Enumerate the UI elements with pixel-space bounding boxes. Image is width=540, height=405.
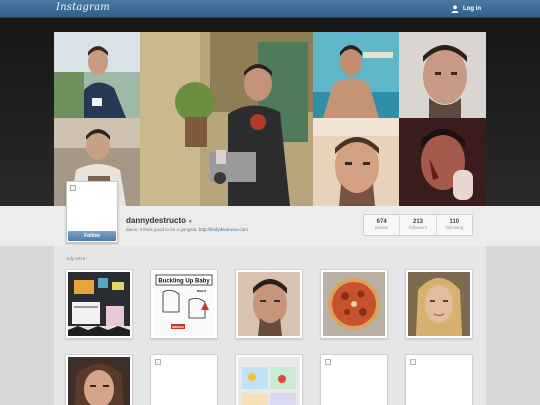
photo-thumbnail-buckling-up-baby[interactable]: Buckling Up Baby RIGHT WRONG — [150, 269, 218, 339]
photo-thumbnail-broken-1[interactable] — [150, 354, 218, 405]
broken-image-icon — [325, 359, 331, 365]
instagram-logo[interactable]: Instagram — [56, 2, 110, 13]
avatar — [69, 184, 115, 230]
stat-photos[interactable]: 674 photos — [364, 215, 401, 235]
broken-image-icon — [155, 359, 161, 365]
top-navigation-bar: Instagram Log in — [0, 0, 540, 18]
cover-photo-6[interactable] — [313, 118, 399, 206]
photo-thumbnail-blonde-woman[interactable] — [405, 269, 473, 339]
cover-photo-4[interactable] — [399, 32, 486, 118]
cover-photo-2[interactable] — [140, 32, 313, 206]
stat-followers[interactable]: 213 followers — [400, 215, 437, 235]
cover-photo-mosaic — [54, 32, 486, 206]
profile-bio: damn, it feels good to be a gangsta. htt… — [126, 227, 248, 232]
chevron-down-icon[interactable]: ▾ — [189, 219, 192, 225]
sign-right: RIGHT — [197, 289, 207, 293]
photo-thumbnail-brunette-woman[interactable] — [65, 354, 133, 405]
follow-button[interactable]: Follow — [68, 231, 116, 241]
stat-following[interactable]: 110 following — [437, 215, 472, 235]
broken-image-icon — [70, 185, 76, 191]
cover-photo-7[interactable] — [399, 118, 486, 206]
photo-thumbnail-pizza[interactable] — [320, 269, 388, 339]
bio-text: damn, it feels good to be a gangsta. — [126, 227, 198, 232]
cover-photo-3[interactable] — [313, 32, 399, 118]
login-label: Log in — [463, 6, 481, 12]
cover-photo-1[interactable] — [54, 32, 140, 118]
bio-link[interactable]: http://findydestructo.com — [199, 227, 248, 232]
login-button[interactable]: Log in — [451, 3, 481, 15]
profile-stats: 674 photos 213 followers 110 following — [363, 214, 473, 236]
stat-label: photos — [374, 225, 389, 230]
username-text: dannydestructo — [126, 216, 187, 225]
month-label: July 2015 — [66, 256, 86, 261]
photo-thumbnail-toy-bins[interactable] — [235, 354, 303, 405]
broken-image-icon — [410, 359, 416, 365]
photo-thumbnail-broken-2[interactable] — [320, 354, 388, 405]
photo-thumbnail-nursery[interactable] — [65, 269, 133, 339]
profile-avatar-card: Follow — [66, 181, 118, 243]
user-icon — [451, 5, 459, 13]
photo-thumbnail-man-portrait[interactable] — [235, 269, 303, 339]
stat-label: following — [445, 225, 464, 230]
sign-wrong: WRONG — [172, 325, 184, 329]
profile-cover — [0, 18, 540, 206]
photo-feed: July 2015 Buckling Up Baby RIGHT WRONG — [54, 246, 486, 405]
profile-username: dannydestructo ▾ — [126, 216, 192, 225]
stat-label: followers — [409, 225, 427, 230]
photo-thumbnail-broken-3[interactable] — [405, 354, 473, 405]
sign-title: Buckling Up Baby — [158, 279, 210, 285]
